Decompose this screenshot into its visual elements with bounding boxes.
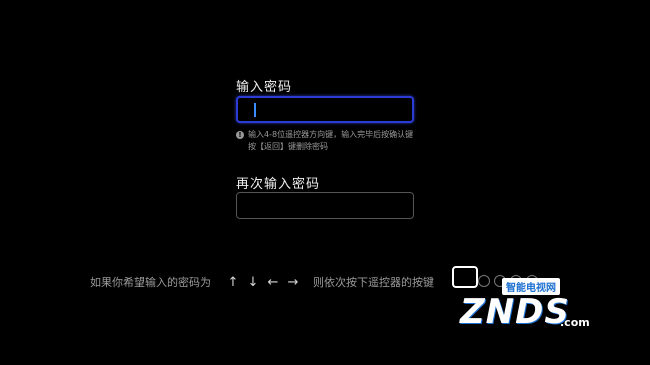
watermark: 智能电视网 ZNDS .com (440, 262, 620, 342)
example-instruction: 如果你希望输入的密码为 ↑ ↓ ← → 则依次按下遥控器的按键 (90, 274, 434, 290)
arrow-down-icon: ↓ (247, 274, 259, 290)
watermark-domain: .com (560, 316, 590, 329)
password-label: 输入密码 (236, 80, 293, 95)
password-setup-screen: 输入密码 ! 输入4-8位遥控器方向键，输入完毕后按确认键 按【返回】键删除密码 … (0, 0, 650, 365)
text-caret (254, 103, 256, 117)
info-icon: ! (236, 131, 244, 139)
password-input[interactable] (236, 96, 414, 123)
example-prefix: 如果你希望输入的密码为 (90, 276, 211, 289)
confirm-password-input[interactable] (236, 192, 414, 219)
tv-icon (452, 266, 478, 288)
example-arrows: ↑ ↓ ← → (227, 275, 299, 290)
confirm-password-label: 再次输入密码 (236, 177, 321, 192)
password-hint: ! 输入4-8位遥控器方向键，输入完毕后按确认键 按【返回】键删除密码 (236, 129, 456, 153)
hint-line-1: 输入4-8位遥控器方向键，输入完毕后按确认键 (248, 130, 414, 139)
arrow-up-icon: ↑ (227, 274, 239, 290)
arrow-right-icon: → (287, 274, 299, 290)
arrow-left-icon: ← (267, 274, 279, 290)
example-suffix: 则依次按下遥控器的按键 (313, 276, 434, 289)
hint-line-2: 按【返回】键删除密码 (248, 142, 328, 151)
watermark-logo: ZNDS (460, 292, 570, 332)
